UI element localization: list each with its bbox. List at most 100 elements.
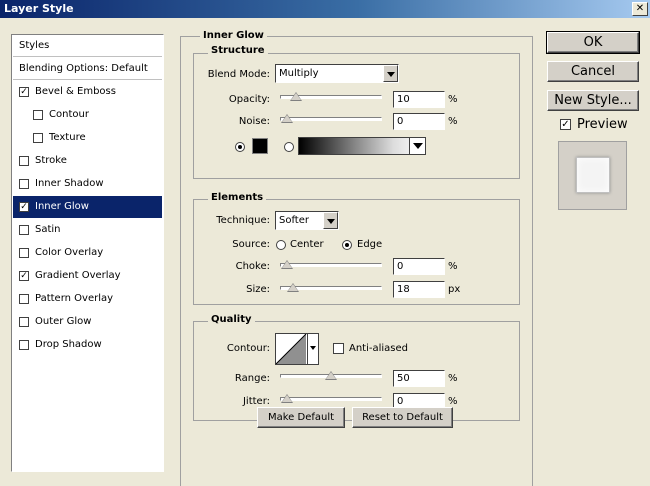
style-item-pattern-overlay[interactable]: Pattern Overlay — [13, 288, 162, 310]
jitter-slider[interactable] — [280, 394, 382, 403]
blending-options-label: Blending Options: Default — [19, 63, 148, 74]
inner-glow-checkbox[interactable]: ✓ — [19, 202, 29, 212]
source-label: Source: — [232, 239, 270, 250]
stroke-checkbox[interactable] — [19, 156, 29, 166]
blend-mode-label: Blend Mode: — [207, 69, 270, 80]
noise-slider-thumb[interactable] — [281, 114, 293, 123]
jitter-unit: % — [448, 396, 458, 407]
preview-checkbox[interactable]: ✓ — [560, 119, 571, 130]
contour-checkbox[interactable] — [33, 110, 43, 120]
inner-glow-title: Inner Glow — [200, 30, 267, 41]
range-input[interactable]: 50 — [393, 370, 445, 387]
noise-label: Noise: — [238, 116, 270, 127]
contour-picker[interactable] — [275, 333, 319, 365]
satin-checkbox[interactable] — [19, 225, 29, 235]
anti-aliased-checkbox[interactable] — [333, 343, 344, 354]
size-unit: px — [448, 284, 461, 295]
style-item-label: Gradient Overlay — [35, 270, 121, 281]
glow-color-swatch[interactable] — [252, 138, 268, 154]
style-item-label: Bevel & Emboss — [35, 86, 116, 97]
source-center-radio[interactable] — [276, 240, 286, 250]
style-item-gradient-overlay[interactable]: ✓ Gradient Overlay — [13, 265, 162, 287]
outer-glow-checkbox[interactable] — [19, 317, 29, 327]
contour-label: Contour: — [226, 343, 270, 354]
technique-value: Softer — [279, 215, 309, 226]
bevel-emboss-checkbox[interactable]: ✓ — [19, 87, 29, 97]
blend-mode-select[interactable]: Multiply — [275, 64, 399, 83]
opacity-input[interactable]: 10 — [393, 91, 445, 108]
chevron-down-icon[interactable] — [307, 334, 318, 364]
chevron-down-icon[interactable] — [383, 65, 398, 82]
style-item-label: Pattern Overlay — [35, 293, 114, 304]
noise-unit: % — [448, 116, 458, 127]
style-item-texture[interactable]: Texture — [13, 127, 162, 149]
elements-title: Elements — [208, 192, 267, 203]
style-item-label: Contour — [49, 109, 89, 120]
choke-slider-thumb[interactable] — [281, 260, 293, 269]
size-slider[interactable] — [280, 283, 382, 292]
structure-title: Structure — [208, 45, 268, 56]
ok-button[interactable]: OK — [546, 31, 640, 54]
style-item-label: Outer Glow — [35, 316, 92, 327]
inner-shadow-checkbox[interactable] — [19, 179, 29, 189]
style-item-label: Texture — [49, 132, 86, 143]
choke-input[interactable]: 0 — [393, 258, 445, 275]
styles-header-label: Styles — [19, 40, 50, 51]
style-item-contour[interactable]: Contour — [13, 104, 162, 126]
opacity-slider-thumb[interactable] — [289, 92, 302, 101]
source-edge-label: Edge — [357, 239, 383, 250]
anti-aliased-label: Anti-aliased — [349, 343, 409, 354]
contour-preview-icon — [276, 334, 307, 364]
cancel-button[interactable]: Cancel — [547, 61, 639, 82]
opacity-unit: % — [448, 94, 458, 105]
style-preview — [558, 141, 627, 210]
noise-input[interactable]: 0 — [393, 113, 445, 130]
style-item-stroke[interactable]: Stroke — [13, 150, 162, 172]
dialog-body: Styles Blending Options: Default ✓ Bevel… — [0, 18, 650, 486]
jitter-label: Jitter: — [242, 396, 270, 407]
texture-checkbox[interactable] — [33, 133, 43, 143]
blend-mode-value: Multiply — [279, 68, 319, 79]
close-icon[interactable]: ✕ — [632, 2, 648, 16]
size-input[interactable]: 18 — [393, 281, 445, 298]
gradient-overlay-checkbox[interactable]: ✓ — [19, 271, 29, 281]
style-item-inner-shadow[interactable]: Inner Shadow — [13, 173, 162, 195]
style-item-bevel-emboss[interactable]: ✓ Bevel & Emboss — [13, 81, 162, 103]
styles-header[interactable]: Styles — [13, 35, 162, 57]
source-center-label: Center — [290, 239, 324, 250]
quality-title: Quality — [208, 314, 255, 325]
technique-select[interactable]: Softer — [275, 211, 339, 230]
window-title: Layer Style — [4, 2, 74, 15]
gradient-picker[interactable] — [298, 137, 426, 155]
styles-list: Styles Blending Options: Default ✓ Bevel… — [11, 34, 164, 472]
style-item-inner-glow[interactable]: ✓ Inner Glow — [13, 196, 162, 218]
style-item-satin[interactable]: Satin — [13, 219, 162, 241]
solid-color-radio[interactable] — [235, 142, 245, 152]
reset-to-default-button[interactable]: Reset to Default — [352, 407, 453, 428]
range-slider-thumb[interactable] — [325, 371, 337, 380]
gradient-radio[interactable] — [284, 142, 294, 152]
range-slider[interactable] — [280, 371, 382, 380]
source-edge-radio[interactable] — [342, 240, 352, 250]
choke-slider[interactable] — [280, 260, 382, 269]
noise-slider[interactable] — [280, 114, 382, 123]
drop-shadow-checkbox[interactable] — [19, 340, 29, 350]
chevron-down-icon[interactable] — [323, 212, 338, 229]
make-default-button[interactable]: Make Default — [257, 407, 345, 428]
opacity-slider[interactable] — [280, 92, 382, 101]
preview-label: Preview — [577, 117, 628, 132]
choke-label: Choke: — [235, 261, 270, 272]
blending-options-item[interactable]: Blending Options: Default — [13, 58, 162, 80]
style-item-outer-glow[interactable]: Outer Glow — [13, 311, 162, 333]
jitter-slider-thumb[interactable] — [281, 394, 293, 403]
pattern-overlay-checkbox[interactable] — [19, 294, 29, 304]
new-style-button[interactable]: New Style... — [547, 90, 639, 111]
opacity-label: Opacity: — [228, 94, 270, 105]
style-item-color-overlay[interactable]: Color Overlay — [13, 242, 162, 264]
style-item-drop-shadow[interactable]: Drop Shadow — [13, 334, 162, 356]
color-overlay-checkbox[interactable] — [19, 248, 29, 258]
chevron-down-icon[interactable] — [409, 138, 425, 154]
size-slider-thumb[interactable] — [287, 283, 300, 292]
title-bar: Layer Style ✕ — [0, 0, 650, 18]
style-item-label: Color Overlay — [35, 247, 104, 258]
